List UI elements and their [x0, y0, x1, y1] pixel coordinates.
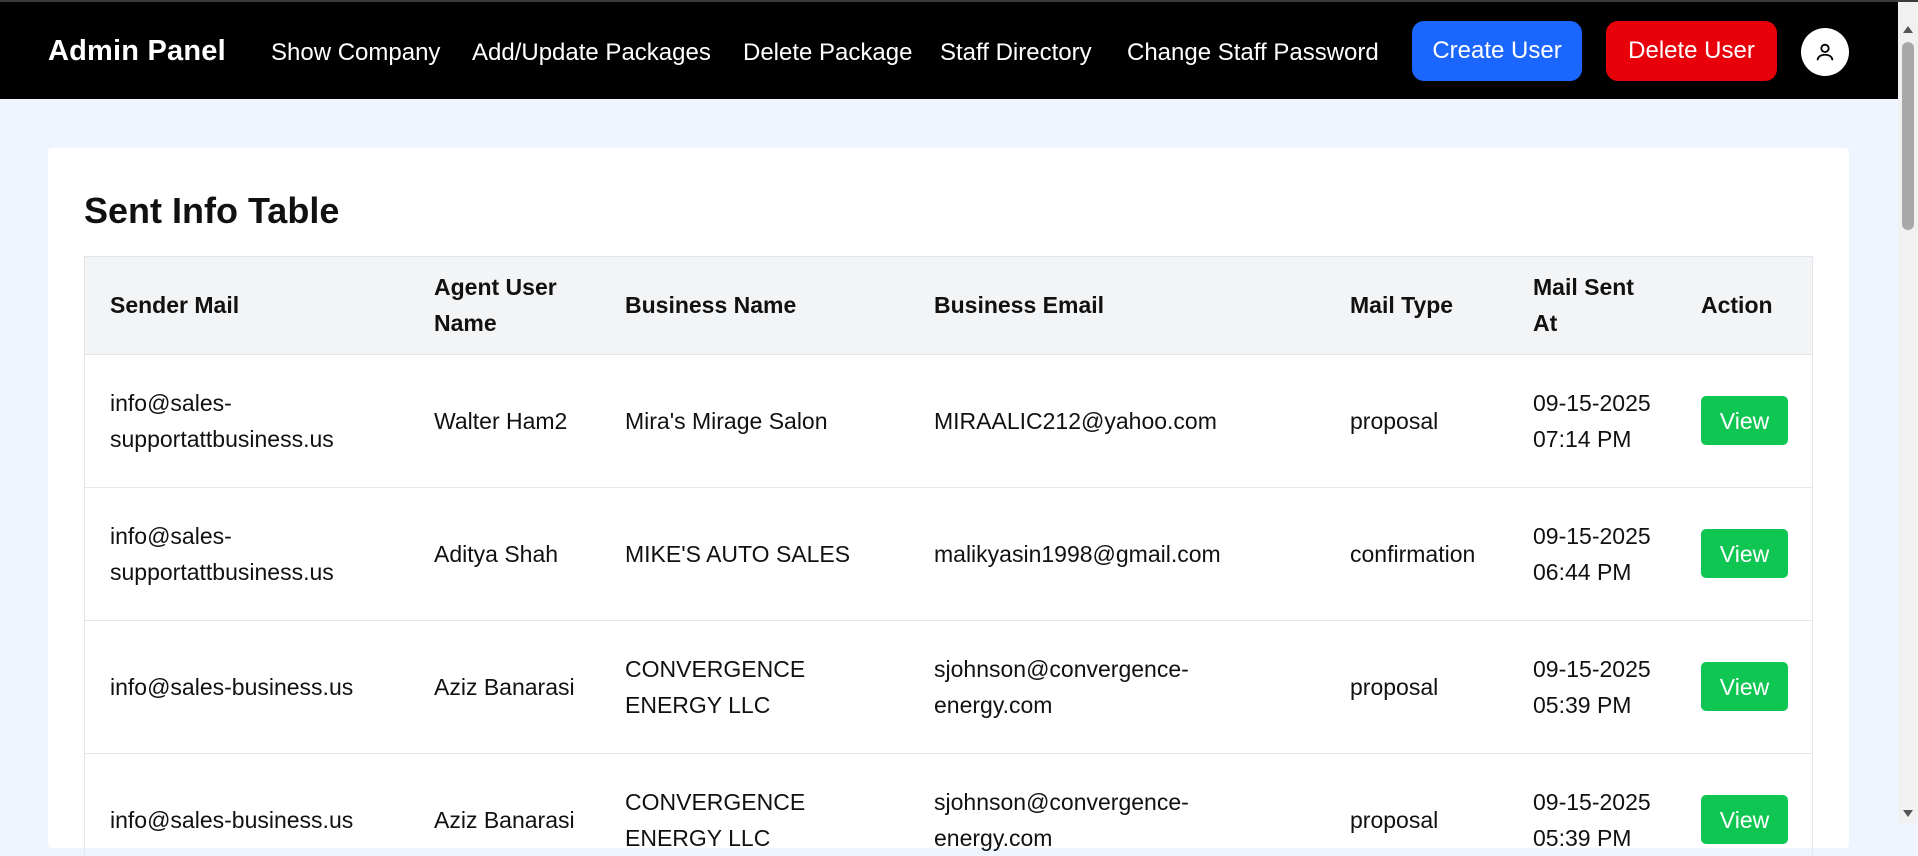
cell-action: View	[1676, 486, 1812, 620]
user-icon	[1816, 43, 1834, 61]
cell-sender-mail: info@sales-supportattbusiness.us	[85, 486, 409, 620]
top-navbar: Admin Panel Show Company Add/Update Pack…	[0, 2, 1898, 99]
nav-delete-package[interactable]: Delete Package	[743, 39, 912, 67]
page-title: Sent Info Table	[84, 190, 340, 231]
table-row: info@sales-supportattbusiness.us Aditya …	[85, 486, 1812, 620]
header-business-name: Business Name	[625, 292, 797, 319]
scroll-up-arrow-icon[interactable]	[1903, 26, 1913, 33]
cell-mail-type: proposal	[1325, 752, 1508, 856]
cell-business-email: sjohnson@convergence-energy.com	[909, 752, 1325, 856]
cell-agent-user-name: Aziz Banarasi	[409, 619, 600, 753]
delete-user-button[interactable]: Delete User	[1606, 21, 1777, 81]
table-row: info@sales-business.us Aziz Banarasi CON…	[85, 752, 1812, 856]
cell-mail-sent-at: 09-15-2025 06:44 PM	[1508, 486, 1676, 620]
header-sender-mail: Sender Mail	[110, 292, 240, 319]
view-button[interactable]: View	[1701, 662, 1788, 711]
cell-agent-user-name: Aditya Shah	[409, 486, 600, 620]
cell-mail-sent-at: 09-15-2025 05:39 PM	[1508, 619, 1676, 753]
cell-business-name: CONVERGENCE ENERGY LLC	[600, 619, 909, 753]
create-user-button[interactable]: Create User	[1412, 21, 1582, 81]
cell-action: View	[1676, 353, 1812, 487]
header-business-email: Business Email	[934, 292, 1105, 319]
cell-mail-type: confirmation	[1325, 486, 1508, 620]
view-button[interactable]: View	[1701, 529, 1788, 578]
cell-sender-mail: info@sales-business.us	[85, 619, 409, 753]
cell-mail-sent-at: 09-15-2025 07:14 PM	[1508, 353, 1676, 487]
cell-sender-mail: info@sales-business.us	[85, 752, 409, 856]
sent-info-table-wrapper: Sender Mail Agent User Name Business Nam…	[84, 256, 1813, 856]
table-header-row: Sender Mail Agent User Name Business Nam…	[85, 257, 1812, 354]
cell-business-name: CONVERGENCE ENERGY LLC	[600, 752, 909, 856]
scroll-down-arrow-icon[interactable]	[1903, 810, 1913, 817]
header-action: Action	[1701, 292, 1773, 319]
nav-change-staff-password[interactable]: Change Staff Password	[1127, 39, 1379, 67]
cell-mail-sent-at: 09-15-2025 05:39 PM	[1508, 752, 1676, 856]
scrollbar-thumb[interactable]	[1902, 42, 1914, 230]
nav-staff-directory[interactable]: Staff Directory	[940, 39, 1092, 67]
nav-show-company[interactable]: Show Company	[271, 39, 440, 67]
header-agent-user-name: Agent User Name	[434, 274, 557, 337]
user-avatar-button[interactable]	[1801, 28, 1849, 76]
table-row: info@sales-supportattbusiness.us Walter …	[85, 353, 1812, 487]
sent-info-card: Sent Info Table Sender Mail Agent User N…	[48, 148, 1849, 856]
header-mail-sent-at: Mail Sent At	[1533, 274, 1634, 337]
header-mail-type: Mail Type	[1350, 292, 1454, 319]
cell-business-email: sjohnson@convergence-energy.com	[909, 619, 1325, 753]
cell-action: View	[1676, 619, 1812, 753]
cell-mail-type: proposal	[1325, 353, 1508, 487]
cell-business-name: Mira's Mirage Salon	[600, 353, 909, 487]
brand-title[interactable]: Admin Panel	[48, 35, 226, 68]
cell-sender-mail: info@sales-supportattbusiness.us	[85, 353, 409, 487]
table-row: info@sales-business.us Aziz Banarasi CON…	[85, 619, 1812, 753]
nav-add-update-packages[interactable]: Add/Update Packages	[472, 39, 711, 67]
cell-mail-type: proposal	[1325, 619, 1508, 753]
cell-action: View	[1676, 752, 1812, 856]
page-scrollbar[interactable]	[1898, 2, 1918, 823]
view-button[interactable]: View	[1701, 795, 1788, 845]
cell-agent-user-name: Walter Ham2	[409, 353, 600, 487]
cell-business-email: MIRAALIC212@yahoo.com	[909, 353, 1325, 487]
cell-business-email: malikyasin1998@gmail.com	[909, 486, 1325, 620]
cell-business-name: MIKE'S AUTO SALES	[600, 486, 909, 620]
cell-agent-user-name: Aziz Banarasi	[409, 752, 600, 856]
sent-info-table: Sender Mail Agent User Name Business Nam…	[85, 257, 1812, 856]
view-button[interactable]: View	[1701, 396, 1788, 445]
